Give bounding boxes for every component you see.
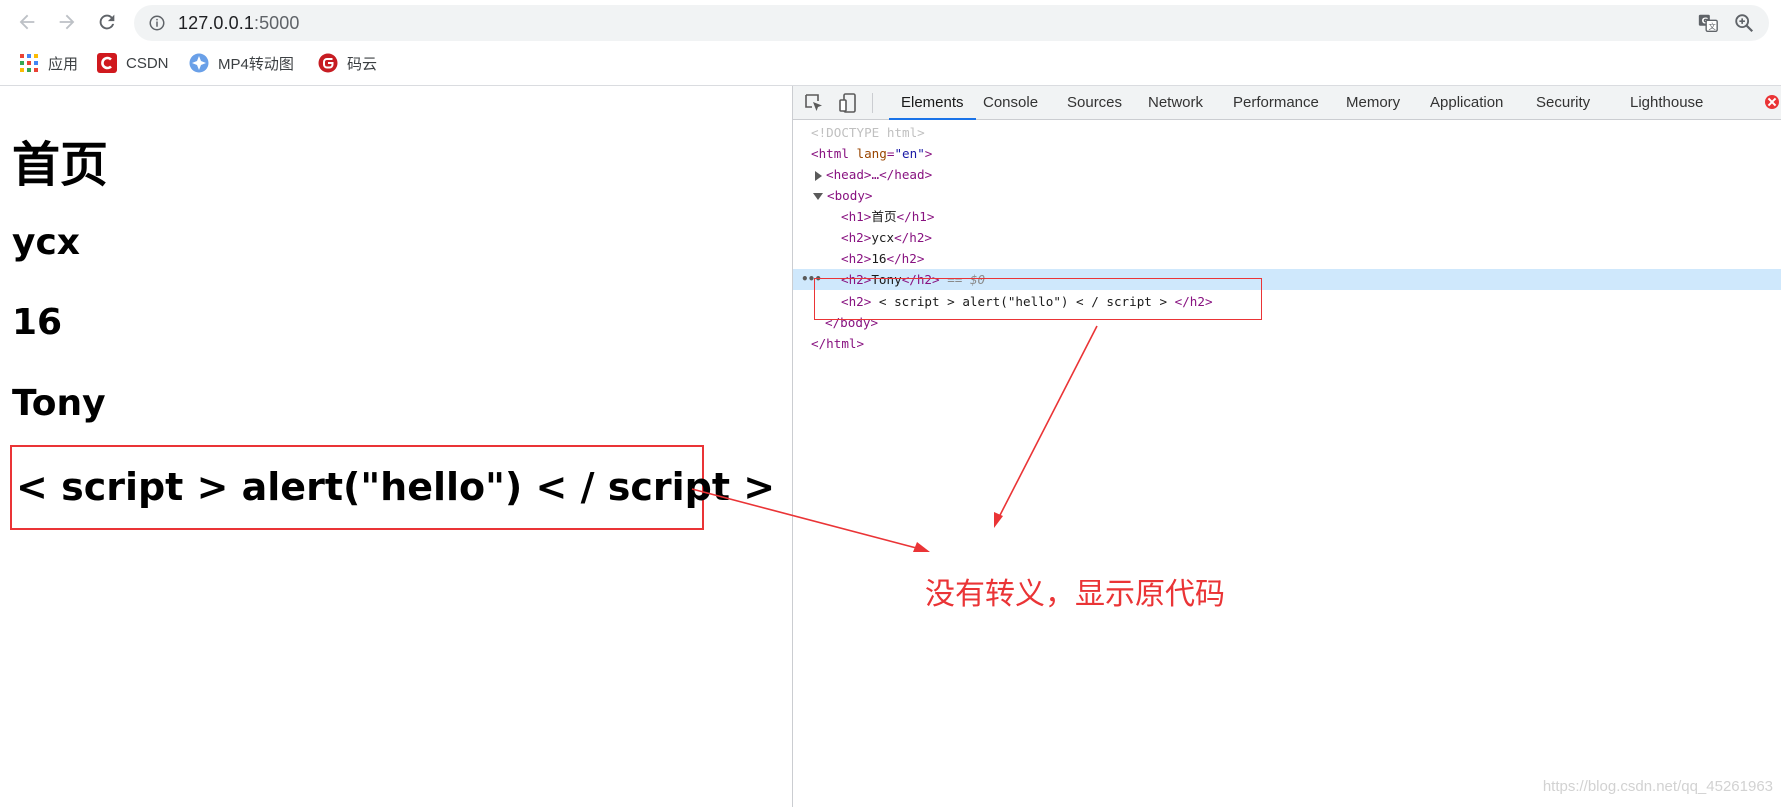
html-close-tag: </html> — [811, 336, 865, 351]
browser-chrome: 127.0.0.1:5000 G文 应用 CSDN MP4转动图 码云 — [0, 0, 1781, 86]
h2-text: ycx — [871, 230, 895, 245]
url-host: 127.0.0.1 — [178, 13, 254, 33]
tab-performance[interactable]: Performance — [1233, 86, 1319, 120]
dom-node-doctype[interactable]: <!DOCTYPE html> — [793, 122, 1781, 143]
dom-node-html-close[interactable]: </html> — [793, 333, 1781, 354]
url-text[interactable]: 127.0.0.1:5000 — [178, 13, 300, 34]
bookmark-label: 应用 — [48, 55, 79, 73]
tab-lighthouse[interactable]: Lighthouse — [1630, 86, 1703, 120]
tab-sources[interactable]: Sources — [1067, 86, 1122, 120]
bookmark-gitee[interactable]: 码云 — [318, 47, 377, 79]
dom-node-h2[interactable]: <h2>ycx</h2> — [793, 227, 1781, 248]
h2-text: 16 — [871, 251, 887, 266]
bookmark-label: MP4转动图 — [218, 55, 294, 73]
h1-open-tag: <h1> — [841, 209, 872, 224]
arrow-right-icon — [59, 14, 75, 30]
csdn-logo-icon — [97, 53, 117, 73]
h1-text: 首页 — [871, 209, 897, 224]
dom-node-html[interactable]: <html lang="en"> — [793, 143, 1781, 164]
h2-open-tag: <h2> — [841, 251, 872, 266]
toolbar-separator — [872, 93, 873, 113]
h1-close-tag: </h1> — [896, 209, 935, 224]
bookmark-label: CSDN — [126, 54, 169, 72]
page-heading-h2-age: 16 — [12, 302, 63, 343]
arrow-left-icon — [19, 14, 35, 30]
info-icon[interactable] — [148, 14, 166, 32]
address-bar[interactable]: 127.0.0.1:5000 G文 — [134, 5, 1769, 41]
html-open-tag: <html — [811, 146, 849, 161]
bookmark-apps[interactable]: 应用 — [19, 47, 78, 79]
head-collapsed-tag: <head>…</head> — [826, 167, 933, 182]
tab-elements[interactable]: Elements — [889, 86, 976, 120]
page-heading-h2-script: < script > alert("hello") < / script > — [16, 465, 776, 509]
bookmark-label: 码云 — [347, 55, 378, 73]
devtools-toolbar: Elements Console Sources Network Perform… — [793, 86, 1781, 120]
reload-button[interactable] — [89, 8, 125, 36]
body-open-tag: <body> — [827, 188, 873, 203]
page-heading-h2-tony: Tony — [12, 383, 106, 424]
translate-icon[interactable]: G文 — [1697, 12, 1719, 34]
page-heading-h2-name: ycx — [12, 222, 81, 263]
forward-button[interactable] — [49, 8, 85, 36]
html-open-tag-end: > — [924, 146, 933, 161]
apps-grid-icon — [20, 54, 38, 72]
gitee-logo-icon — [318, 53, 338, 73]
url-port: :5000 — [253, 13, 300, 33]
svg-text:文: 文 — [1708, 22, 1716, 31]
mp4-converter-icon — [189, 53, 209, 73]
page-viewport: 首页 ycx 16 Tony < script > alert("hello")… — [0, 87, 792, 807]
tab-application[interactable]: Application — [1430, 86, 1503, 120]
bookmark-csdn[interactable]: CSDN — [97, 47, 169, 79]
dom-node-h2[interactable]: <h2>16</h2> — [793, 248, 1781, 269]
dom-highlight-box — [814, 278, 1262, 320]
dom-node-h1[interactable]: <h1>首页</h1> — [793, 206, 1781, 227]
zoom-icon[interactable] — [1733, 12, 1755, 34]
collapse-triangle-icon[interactable] — [813, 193, 823, 200]
dom-node-body[interactable]: <body> — [793, 185, 1781, 206]
device-toolbar-icon[interactable] — [837, 92, 859, 114]
html-lang-attr: lang — [856, 146, 887, 161]
bookmarks-bar: 应用 CSDN MP4转动图 码云 — [0, 47, 1781, 79]
watermark-text: https://blog.csdn.net/qq_45261963 — [1542, 778, 1773, 795]
tab-security[interactable]: Security — [1536, 86, 1590, 120]
reload-icon — [99, 14, 115, 30]
tab-console[interactable]: Console — [983, 86, 1038, 120]
dom-tree: <!DOCTYPE html> <html lang="en"> <head>…… — [793, 122, 1781, 807]
bookmark-mp4[interactable]: MP4转动图 — [189, 47, 294, 79]
inspect-element-icon[interactable] — [803, 92, 825, 114]
h2-close-tag: </h2> — [886, 251, 925, 266]
page-heading-h1: 首页 — [12, 137, 109, 193]
h2-close-tag: </h2> — [894, 230, 933, 245]
devtools-panel: Elements Console Sources Network Perform… — [792, 86, 1781, 807]
annotation-text: 没有转义，显示原代码 — [925, 577, 1225, 612]
tab-memory[interactable]: Memory — [1346, 86, 1400, 120]
expand-triangle-icon[interactable] — [815, 170, 822, 181]
html-lang-value: "en" — [894, 146, 925, 161]
tab-network[interactable]: Network — [1148, 86, 1203, 120]
h2-open-tag: <h2> — [841, 230, 872, 245]
error-badge-icon[interactable] — [1765, 95, 1779, 109]
dom-node-head[interactable]: <head>…</head> — [793, 164, 1781, 185]
back-button[interactable] — [9, 8, 45, 36]
doctype-text: <!DOCTYPE html> — [811, 125, 925, 140]
